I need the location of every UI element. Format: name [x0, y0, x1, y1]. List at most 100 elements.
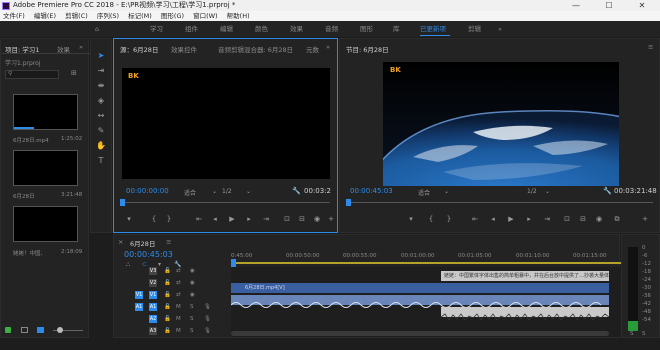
chevron-down-icon[interactable]: ⌄: [545, 188, 550, 195]
tab-effect-controls[interactable]: 效果控件: [171, 44, 197, 54]
mute-m-icon[interactable]: M: [176, 316, 181, 322]
track-target-v3[interactable]: V3: [149, 267, 157, 275]
tab-program[interactable]: 节目: 6月28日: [346, 44, 389, 54]
slip-tool-icon[interactable]: ↔: [96, 111, 106, 121]
go-to-in-icon[interactable]: ⇤: [194, 215, 204, 223]
more-workspaces-icon[interactable]: »: [498, 21, 502, 37]
video-clip[interactable]: 6月28日.mp4[V]: [231, 283, 609, 293]
menu-clip[interactable]: 剪辑(C): [65, 12, 88, 20]
timeline-horizontal-scrollbar[interactable]: [231, 331, 609, 336]
chevron-down-icon[interactable]: ⌄: [444, 188, 449, 195]
workspace-graphics[interactable]: 图形: [360, 21, 373, 37]
go-to-in-icon[interactable]: ⇤: [470, 215, 480, 223]
program-timecode[interactable]: 00:00:45:03: [350, 187, 393, 195]
zoom-slider-handle[interactable]: [57, 327, 63, 333]
snap-icon[interactable]: ⛬: [126, 261, 130, 269]
lift-icon[interactable]: ⊡: [562, 215, 572, 223]
insert-icon[interactable]: ⊡: [282, 215, 292, 223]
lock-track-icon[interactable]: 🔓: [164, 292, 171, 298]
export-frame-icon[interactable]: ◉: [312, 215, 322, 223]
overwrite-icon[interactable]: ⊟: [297, 215, 307, 223]
menu-help[interactable]: 帮助(H): [227, 12, 250, 20]
mark-in-icon[interactable]: {: [149, 215, 159, 223]
menu-file[interactable]: 文件(F): [3, 12, 25, 20]
add-marker-icon[interactable]: ▾: [124, 215, 134, 223]
panel-more-icon[interactable]: »: [326, 43, 330, 51]
mute-m-icon[interactable]: M: [176, 304, 181, 310]
workspace-learn[interactable]: 学习: [150, 21, 163, 37]
ripple-edit-tool-icon[interactable]: ⇼: [96, 81, 106, 91]
lock-track-icon[interactable]: 🔓: [164, 304, 171, 310]
source-patch-a1[interactable]: A1: [135, 303, 143, 311]
source-scrubber[interactable]: [122, 202, 330, 203]
chevron-down-icon[interactable]: ⌄: [246, 188, 251, 195]
close-icon[interactable]: ×: [118, 238, 123, 246]
step-forward-icon[interactable]: ▸: [524, 215, 534, 223]
audio-clip-a2[interactable]: [440, 307, 610, 321]
sync-lock-icon[interactable]: ⇄: [176, 292, 181, 298]
track-select-tool-icon[interactable]: ⇥: [96, 66, 106, 76]
eye-icon[interactable]: ◉: [190, 268, 195, 274]
menu-graphics[interactable]: 图形(G): [161, 12, 184, 20]
hand-tool-icon[interactable]: ✋: [96, 141, 106, 151]
panel-menu-icon[interactable]: ≡: [166, 238, 171, 246]
solo-s-icon[interactable]: S: [190, 304, 194, 310]
step-back-icon[interactable]: ◂: [210, 215, 220, 223]
audio-clip-a1[interactable]: [230, 295, 609, 308]
go-to-out-icon[interactable]: ⇥: [542, 215, 552, 223]
list-view-icon[interactable]: [21, 327, 28, 333]
workspace-color[interactable]: 颜色: [255, 21, 268, 37]
solo-s-icon[interactable]: S: [190, 316, 194, 322]
solo-s-icon[interactable]: S: [190, 328, 194, 334]
solo-s-icon[interactable]: S: [630, 331, 634, 337]
track-target-a3[interactable]: A3: [149, 327, 157, 335]
add-button-icon[interactable]: +: [640, 215, 650, 223]
selection-tool-icon[interactable]: ➤: [96, 51, 106, 61]
compare-icon[interactable]: ⧉: [612, 215, 622, 224]
source-playhead[interactable]: [120, 199, 125, 206]
pen-tool-icon[interactable]: ✎: [96, 126, 106, 136]
extract-icon[interactable]: ⊟: [578, 215, 588, 223]
mark-out-icon[interactable]: }: [444, 215, 454, 223]
project-item-thumb[interactable]: [13, 94, 78, 130]
menu-edit[interactable]: 编辑(E): [34, 12, 56, 20]
workspace-clip[interactable]: 剪辑: [468, 21, 481, 37]
close-button[interactable]: ✕: [630, 0, 654, 11]
icon-view-icon[interactable]: [37, 327, 44, 333]
program-resolution-select[interactable]: 1/2: [527, 188, 537, 195]
project-item-thumb[interactable]: [13, 206, 78, 242]
play-icon[interactable]: ▶: [227, 215, 237, 223]
menu-marker[interactable]: 标记(M): [128, 12, 152, 20]
panel-more-icon[interactable]: »: [79, 43, 83, 51]
sync-lock-icon[interactable]: ⇄: [176, 268, 181, 274]
work-area-bar[interactable]: [231, 262, 621, 264]
track-target-v1[interactable]: V1: [149, 291, 157, 299]
program-scrubber[interactable]: [348, 202, 653, 203]
source-fit-select[interactable]: 适合: [184, 188, 196, 197]
microphone-icon[interactable]: 🎙: [204, 328, 211, 334]
microphone-icon[interactable]: 🎙: [204, 304, 211, 310]
workspace-effects[interactable]: 效果: [290, 21, 303, 37]
menu-sequence[interactable]: 序列(S): [97, 12, 119, 20]
lock-track-icon[interactable]: 🔓: [164, 328, 171, 334]
timeline-ruler[interactable]: 0:45:00 00:00:50:00 00:00:55:00 00:01:00…: [231, 251, 621, 265]
microphone-icon[interactable]: 🎙: [204, 316, 211, 322]
mark-out-icon[interactable]: }: [164, 215, 174, 223]
lock-track-icon[interactable]: 🔓: [164, 316, 171, 322]
track-target-a2[interactable]: A2: [149, 315, 157, 323]
type-tool-icon[interactable]: T: [96, 156, 106, 166]
maximize-button[interactable]: ☐: [597, 0, 621, 11]
solo-s-icon[interactable]: S: [642, 331, 646, 337]
minimize-button[interactable]: —: [564, 0, 588, 11]
tab-metadata[interactable]: 元数: [306, 44, 319, 54]
razor-tool-icon[interactable]: ◈: [96, 96, 106, 106]
settings-wrench-icon[interactable]: 🔧: [603, 187, 612, 195]
tab-source[interactable]: 源：6月28日: [120, 44, 158, 54]
menu-window[interactable]: 窗口(W): [193, 12, 218, 20]
tab-audio-mixer[interactable]: 音频剪辑混合器: 6月28日: [218, 44, 293, 54]
project-item-thumb[interactable]: [13, 150, 78, 186]
timeline-timecode[interactable]: 00:00:45:03: [124, 250, 173, 259]
step-back-icon[interactable]: ◂: [488, 215, 498, 223]
lock-icon[interactable]: [5, 327, 11, 333]
eye-icon[interactable]: ◉: [190, 280, 195, 286]
